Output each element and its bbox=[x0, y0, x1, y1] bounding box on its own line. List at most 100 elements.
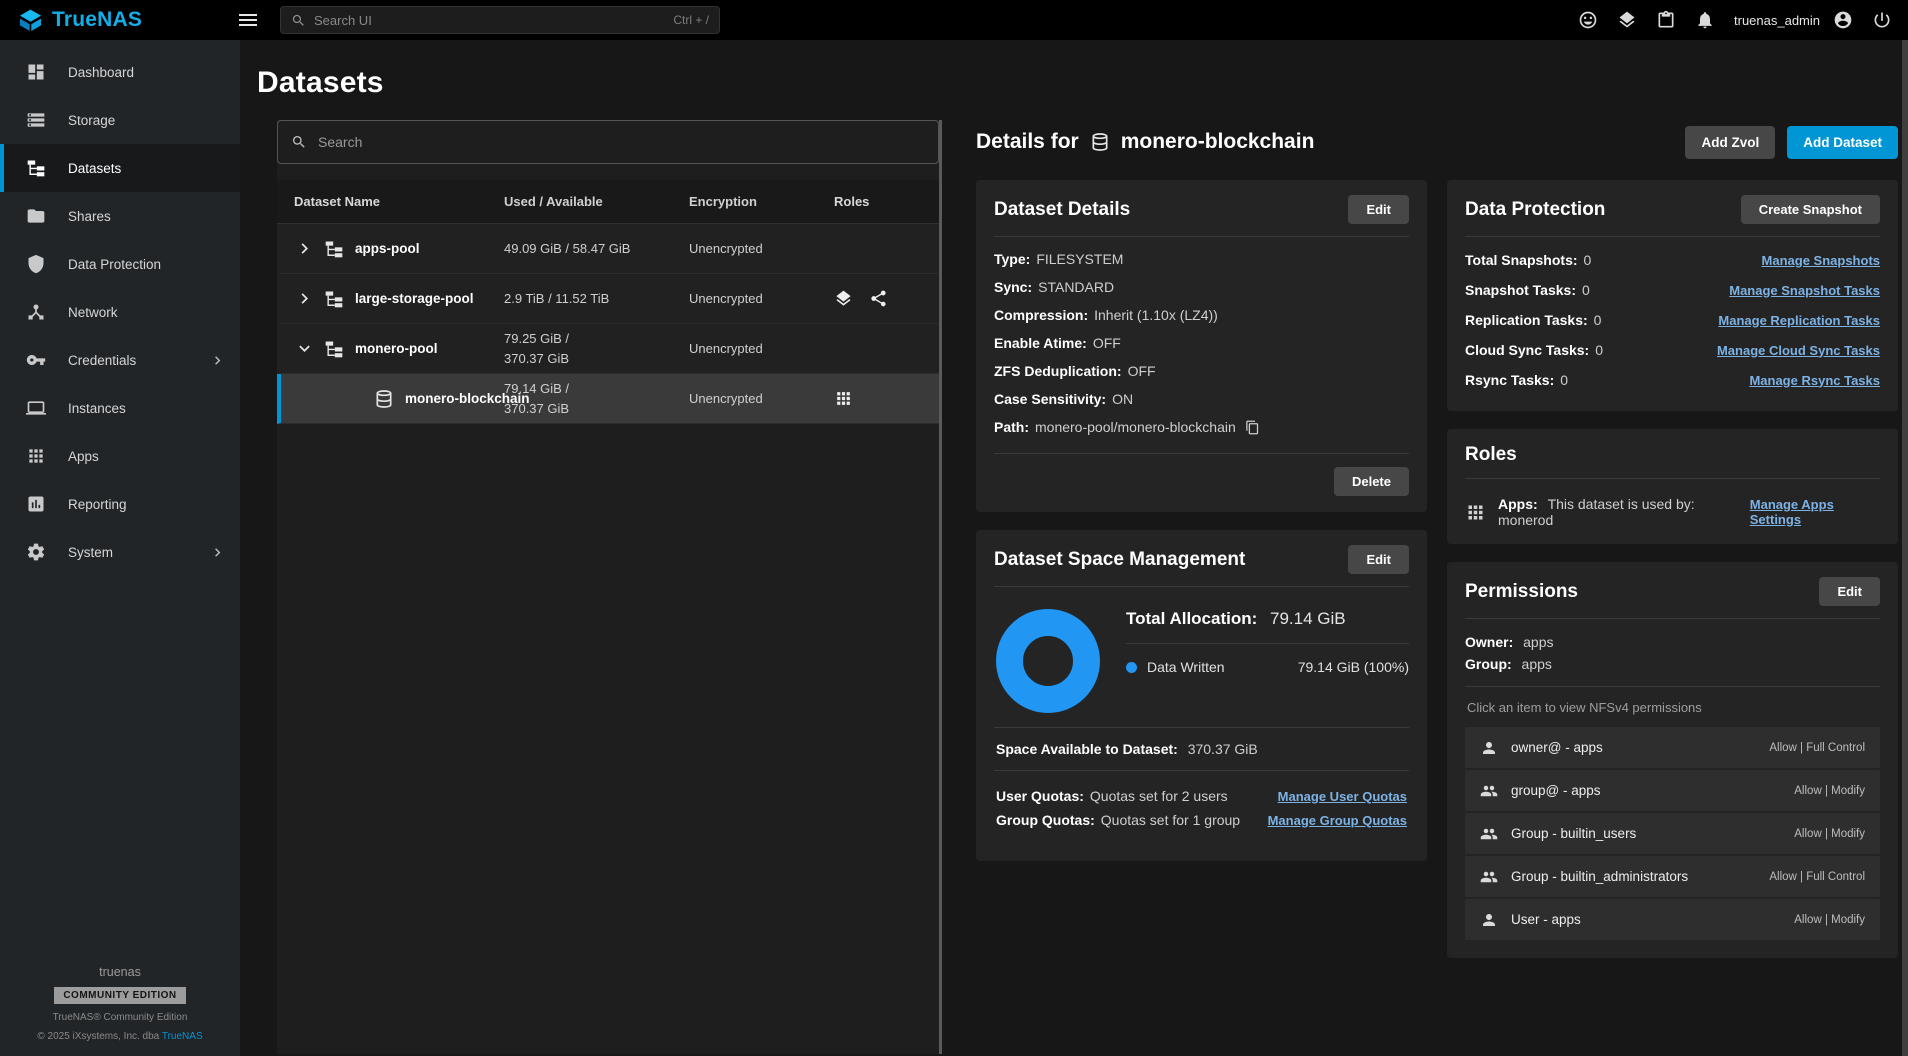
manage-cloud-sync-tasks-link[interactable]: Manage Cloud Sync Tasks bbox=[1717, 343, 1880, 358]
manage-snapshot-tasks-link[interactable]: Manage Snapshot Tasks bbox=[1729, 283, 1880, 298]
details-heading: Details for bbox=[976, 130, 1079, 154]
column-dataset-name: Dataset Name bbox=[277, 194, 504, 209]
feedback-smiley-icon[interactable] bbox=[1578, 10, 1598, 30]
sidebar-item-network[interactable]: Network bbox=[0, 288, 240, 336]
dataset-row-monero-blockchain[interactable]: monero-blockchain79.14 GiB / 370.37 GiBU… bbox=[277, 374, 939, 424]
task-label: Cloud Sync Tasks: bbox=[1465, 342, 1589, 358]
global-search-input[interactable] bbox=[314, 13, 665, 28]
details-area: Details for monero-blockchain Add Zvol A… bbox=[976, 120, 1898, 1054]
apps-icon bbox=[26, 446, 46, 466]
field-label: Sync: bbox=[994, 279, 1032, 295]
sidebar-item-datasets[interactable]: Datasets bbox=[0, 144, 240, 192]
sidebar-item-apps[interactable]: Apps bbox=[0, 432, 240, 480]
dataset-details-title: Dataset Details bbox=[994, 199, 1130, 221]
dataset-search-input[interactable] bbox=[318, 134, 925, 150]
owner-value: apps bbox=[1523, 634, 1553, 650]
power-icon[interactable] bbox=[1872, 10, 1892, 30]
sidebar-item-dashboard[interactable]: Dashboard bbox=[0, 48, 240, 96]
roles-label: Apps: bbox=[1498, 496, 1538, 512]
jobs-clipboard-icon[interactable] bbox=[1656, 10, 1676, 30]
notifications-bell-icon[interactable] bbox=[1695, 10, 1715, 30]
group-quotas-value: Quotas set for 1 group bbox=[1101, 812, 1240, 828]
chevron-right-icon[interactable] bbox=[294, 238, 315, 259]
truenas-link[interactable]: TrueNAS bbox=[162, 1031, 203, 1042]
roles-title: Roles bbox=[1465, 444, 1517, 466]
permission-item[interactable]: Group - builtin_usersAllow | Modify bbox=[1465, 813, 1880, 854]
data-protection-row: Total Snapshots:0Manage Snapshots bbox=[1465, 245, 1880, 275]
data-protection-title: Data Protection bbox=[1465, 199, 1605, 221]
dataset-row-large-storage-pool[interactable]: large-storage-pool2.9 TiB / 11.52 TiBUne… bbox=[277, 274, 939, 324]
data-written-legend: Data Written 79.14 GiB (100%) bbox=[1126, 644, 1409, 681]
manage-group-quotas-link[interactable]: Manage Group Quotas bbox=[1268, 813, 1407, 828]
dataset-row-apps-pool[interactable]: apps-pool49.09 GiB / 58.47 GiBUnencrypte… bbox=[277, 224, 939, 274]
used-available: 79.14 GiB / 370.37 GiB bbox=[504, 379, 689, 418]
truenas-brand[interactable]: TrueNAS bbox=[0, 8, 226, 33]
edit-dataset-details-button[interactable]: Edit bbox=[1348, 195, 1409, 224]
manage-snapshots-link[interactable]: Manage Snapshots bbox=[1762, 253, 1880, 268]
dataset-name: apps-pool bbox=[355, 241, 420, 256]
used-available: 79.25 GiB / 370.37 GiB bbox=[504, 329, 689, 368]
data-protection-row: Replication Tasks:0Manage Replication Ta… bbox=[1465, 305, 1880, 335]
chevron-down-icon[interactable] bbox=[294, 338, 315, 359]
encryption-state: Unencrypted bbox=[689, 389, 834, 409]
edit-permissions-button[interactable]: Edit bbox=[1819, 577, 1880, 606]
dataset-search[interactable] bbox=[277, 120, 939, 164]
owner-label: Owner: bbox=[1465, 634, 1513, 650]
network-icon bbox=[26, 302, 46, 322]
sidebar-item-instances[interactable]: Instances bbox=[0, 384, 240, 432]
edition-badge: COMMUNITY EDITION bbox=[54, 987, 185, 1004]
data-protection-row: Cloud Sync Tasks:0Manage Cloud Sync Task… bbox=[1465, 335, 1880, 365]
permission-item[interactable]: User - appsAllow | Modify bbox=[1465, 899, 1880, 940]
permission-item[interactable]: group@ - appsAllow | Modify bbox=[1465, 770, 1880, 811]
sidebar-item-shares[interactable]: Shares bbox=[0, 192, 240, 240]
detail-field: Enable Atime:OFF bbox=[994, 329, 1409, 357]
dataset-row-monero-pool[interactable]: monero-pool79.25 GiB / 370.37 GiBUnencry… bbox=[277, 324, 939, 374]
scrollbar-thumb[interactable] bbox=[1902, 40, 1908, 1056]
person-icon bbox=[1480, 739, 1498, 757]
page-scrollbar[interactable] bbox=[1902, 40, 1908, 1056]
account-icon[interactable] bbox=[1833, 10, 1853, 30]
manage-user-quotas-link[interactable]: Manage User Quotas bbox=[1278, 789, 1407, 804]
details-title: Details for monero-blockchain bbox=[976, 130, 1314, 154]
sidebar-item-reporting[interactable]: Reporting bbox=[0, 480, 240, 528]
sidebar-item-label: Credentials bbox=[68, 353, 136, 368]
add-zvol-button[interactable]: Add Zvol bbox=[1685, 126, 1775, 159]
manage-rsync-tasks-link[interactable]: Manage Rsync Tasks bbox=[1749, 373, 1880, 388]
sidebar-item-label: Shares bbox=[68, 209, 111, 224]
sidebar-item-system[interactable]: System bbox=[0, 528, 240, 576]
copy-icon[interactable] bbox=[1245, 420, 1260, 435]
permissions-title: Permissions bbox=[1465, 581, 1578, 603]
apps-icon bbox=[834, 389, 853, 408]
dataset-table-body: apps-pool49.09 GiB / 58.47 GiBUnencrypte… bbox=[277, 224, 939, 424]
global-search[interactable]: Ctrl + / bbox=[280, 6, 720, 34]
permission-value: Allow | Modify bbox=[1794, 828, 1865, 840]
group-line: Group: apps bbox=[1465, 653, 1880, 675]
permission-item[interactable]: owner@ - appsAllow | Full Control bbox=[1465, 727, 1880, 768]
truenas-logo-icon bbox=[18, 8, 43, 33]
username: truenas_admin bbox=[1734, 13, 1820, 28]
chevron-right-icon[interactable] bbox=[294, 288, 315, 309]
data-written-value: 79.14 GiB (100%) bbox=[1298, 659, 1409, 675]
dataset-details-fields: Type:FILESYSTEMSync:STANDARDCompression:… bbox=[994, 237, 1409, 441]
dataset-icon bbox=[1090, 132, 1110, 152]
field-value: OFF bbox=[1128, 363, 1156, 379]
brand-name: TrueNAS bbox=[52, 8, 142, 32]
roles-icons bbox=[834, 389, 939, 408]
delete-dataset-button[interactable]: Delete bbox=[1334, 467, 1409, 496]
sidebar-item-credentials[interactable]: Credentials bbox=[0, 336, 240, 384]
sidebar-item-data-protection[interactable]: Data Protection bbox=[0, 240, 240, 288]
create-snapshot-button[interactable]: Create Snapshot bbox=[1741, 195, 1880, 224]
edit-space-button[interactable]: Edit bbox=[1348, 545, 1409, 574]
add-dataset-button[interactable]: Add Dataset bbox=[1787, 126, 1898, 159]
manage-replication-tasks-link[interactable]: Manage Replication Tasks bbox=[1718, 313, 1880, 328]
menu-icon[interactable] bbox=[236, 8, 260, 32]
manage-apps-settings-link[interactable]: Manage Apps Settings bbox=[1750, 497, 1880, 527]
sidebar-item-storage[interactable]: Storage bbox=[0, 96, 240, 144]
group-quotas-label: Group Quotas: bbox=[996, 812, 1095, 828]
encryption-state: Unencrypted bbox=[689, 289, 834, 309]
task-label: Total Snapshots: bbox=[1465, 252, 1578, 268]
sidebar-item-label: Network bbox=[68, 305, 118, 320]
checkin-layers-icon[interactable] bbox=[1617, 10, 1637, 30]
permission-item[interactable]: Group - builtin_administratorsAllow | Fu… bbox=[1465, 856, 1880, 897]
total-allocation-label: Total Allocation: bbox=[1126, 609, 1257, 628]
